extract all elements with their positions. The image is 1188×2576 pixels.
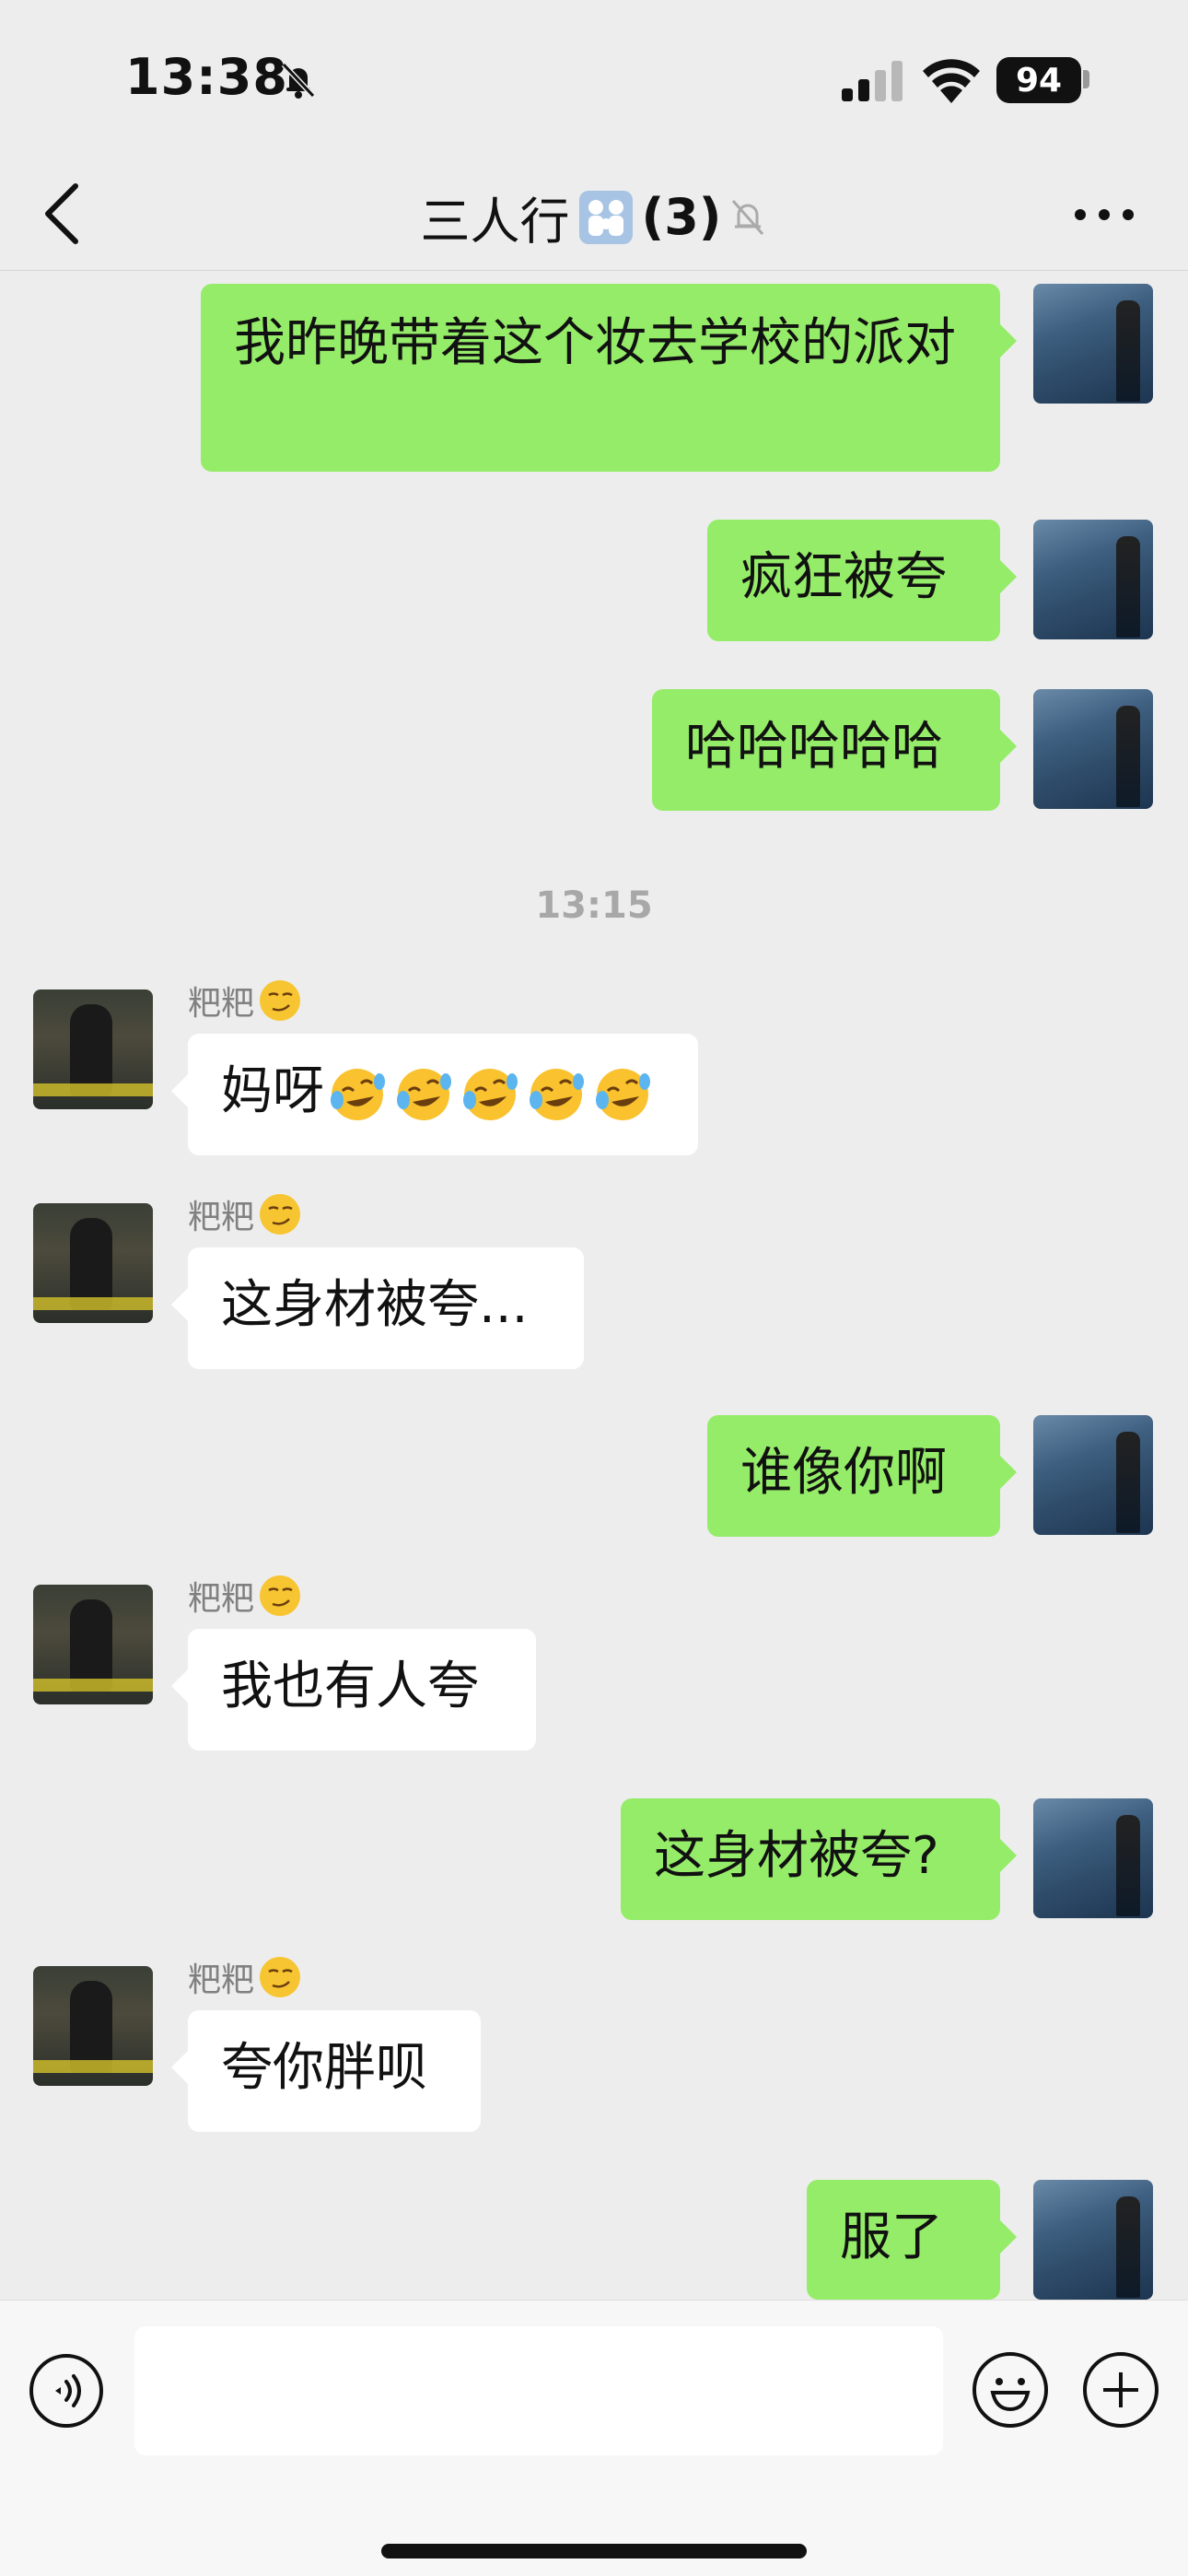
rolling-on-floor-laughing-emoji bbox=[397, 1068, 451, 1120]
rolling-on-floor-laughing-emoji bbox=[596, 1068, 650, 1120]
emoji-row bbox=[326, 1063, 654, 1126]
chat-header: 三人行 (3) bbox=[0, 157, 1188, 271]
bell-slash-icon bbox=[281, 62, 316, 99]
smirking-face-emoji bbox=[260, 1575, 301, 1616]
more-dots-icon[interactable] bbox=[1072, 199, 1136, 230]
smirking-face-emoji bbox=[260, 1957, 301, 1997]
message-bubble-mine[interactable]: 哈哈哈哈哈 bbox=[652, 689, 1017, 811]
rolling-on-floor-laughing-emoji bbox=[331, 1068, 385, 1120]
avatar-self[interactable] bbox=[1033, 689, 1153, 809]
message-text: 谁像你啊 bbox=[740, 1443, 947, 1503]
avatar-self[interactable] bbox=[1033, 1798, 1153, 1918]
message-bubble-mine[interactable]: 服了 bbox=[807, 2180, 1017, 2300]
message-text: 这身材被夸? bbox=[654, 1826, 939, 1886]
message-bubble-mine[interactable]: 谁像你啊 bbox=[707, 1415, 1017, 1537]
message-text: 服了 bbox=[840, 2207, 943, 2267]
input-bar bbox=[0, 2300, 1188, 2576]
sender-label: 粑粑 bbox=[188, 1580, 255, 1618]
member-count: (3) bbox=[641, 188, 722, 246]
message-input[interactable] bbox=[134, 2326, 943, 2455]
sender-name: 粑粑 bbox=[188, 1953, 302, 2001]
avatar-self[interactable] bbox=[1033, 520, 1153, 639]
battery-cap bbox=[1083, 70, 1089, 88]
sender-name: 粑粑 bbox=[188, 1572, 302, 1620]
message-bubble-mine[interactable]: 这身材被夸? bbox=[621, 1798, 1017, 1920]
message-bubble-theirs[interactable]: 妈呀 bbox=[171, 1034, 698, 1155]
avatar-sender[interactable] bbox=[33, 1203, 153, 1323]
message-bubble-mine[interactable]: 疯狂被夸 bbox=[707, 520, 1017, 641]
emoji-face-icon[interactable] bbox=[971, 2350, 1050, 2430]
voice-icon[interactable] bbox=[28, 2352, 105, 2430]
avatar-self[interactable] bbox=[1033, 1415, 1153, 1535]
avatar-sender[interactable] bbox=[33, 1966, 153, 2086]
battery-icon: 94 bbox=[996, 57, 1081, 103]
rolling-on-floor-laughing-emoji bbox=[530, 1068, 584, 1120]
message-text: 疯狂被夸 bbox=[740, 547, 947, 607]
sender-label: 粑粑 bbox=[188, 1199, 255, 1236]
plus-icon[interactable] bbox=[1081, 2350, 1160, 2430]
sender-name: 粑粑 bbox=[188, 1190, 302, 1238]
home-indicator[interactable] bbox=[381, 2544, 807, 2558]
avatar-sender[interactable] bbox=[33, 1585, 153, 1704]
smirking-face-emoji bbox=[260, 1194, 301, 1235]
message-text: 我也有人夸 bbox=[221, 1657, 479, 1716]
avatar-self[interactable] bbox=[1033, 2180, 1153, 2300]
chat-screen: 13:38 94 三人行 (3) 我昨晚带着这个妆去学校的派对 疯狂被夸 哈哈哈… bbox=[0, 0, 1188, 2576]
chat-title: 三人行 (3) bbox=[0, 181, 1188, 253]
smirking-face-emoji bbox=[260, 980, 301, 1021]
message-bubble-theirs[interactable]: 这身材被夸... bbox=[171, 1247, 584, 1369]
message-bubble-theirs[interactable]: 夸你胖呗 bbox=[171, 2010, 481, 2132]
muted-bell-icon bbox=[732, 199, 764, 235]
sender-label: 粑粑 bbox=[188, 985, 255, 1023]
message-text: 这身材被夸... bbox=[221, 1275, 529, 1335]
rolling-on-floor-laughing-emoji bbox=[463, 1068, 518, 1120]
wifi-icon bbox=[923, 59, 980, 103]
group-emoji-icon bbox=[578, 190, 633, 244]
message-text: 夸你胖呗 bbox=[221, 2038, 427, 2098]
message-text: 妈呀 bbox=[221, 1061, 324, 1121]
avatar-sender[interactable] bbox=[33, 989, 153, 1109]
message-bubble-mine[interactable]: 我昨晚带着这个妆去学校的派对 bbox=[201, 284, 1017, 472]
sender-name: 粑粑 bbox=[188, 977, 302, 1025]
message-text: 我昨晚带着这个妆去学校的派对 bbox=[234, 313, 956, 373]
status-time: 13:38 bbox=[125, 48, 288, 106]
chat-timestamp: 13:15 bbox=[535, 884, 653, 927]
avatar-self[interactable] bbox=[1033, 284, 1153, 404]
sender-label: 粑粑 bbox=[188, 1961, 255, 1999]
cellular-signal-icon bbox=[842, 61, 903, 101]
message-text: 哈哈哈哈哈 bbox=[685, 717, 943, 777]
message-bubble-theirs[interactable]: 我也有人夸 bbox=[171, 1629, 536, 1751]
status-bar: 13:38 94 bbox=[0, 0, 1188, 157]
group-name: 三人行 bbox=[420, 193, 570, 251]
